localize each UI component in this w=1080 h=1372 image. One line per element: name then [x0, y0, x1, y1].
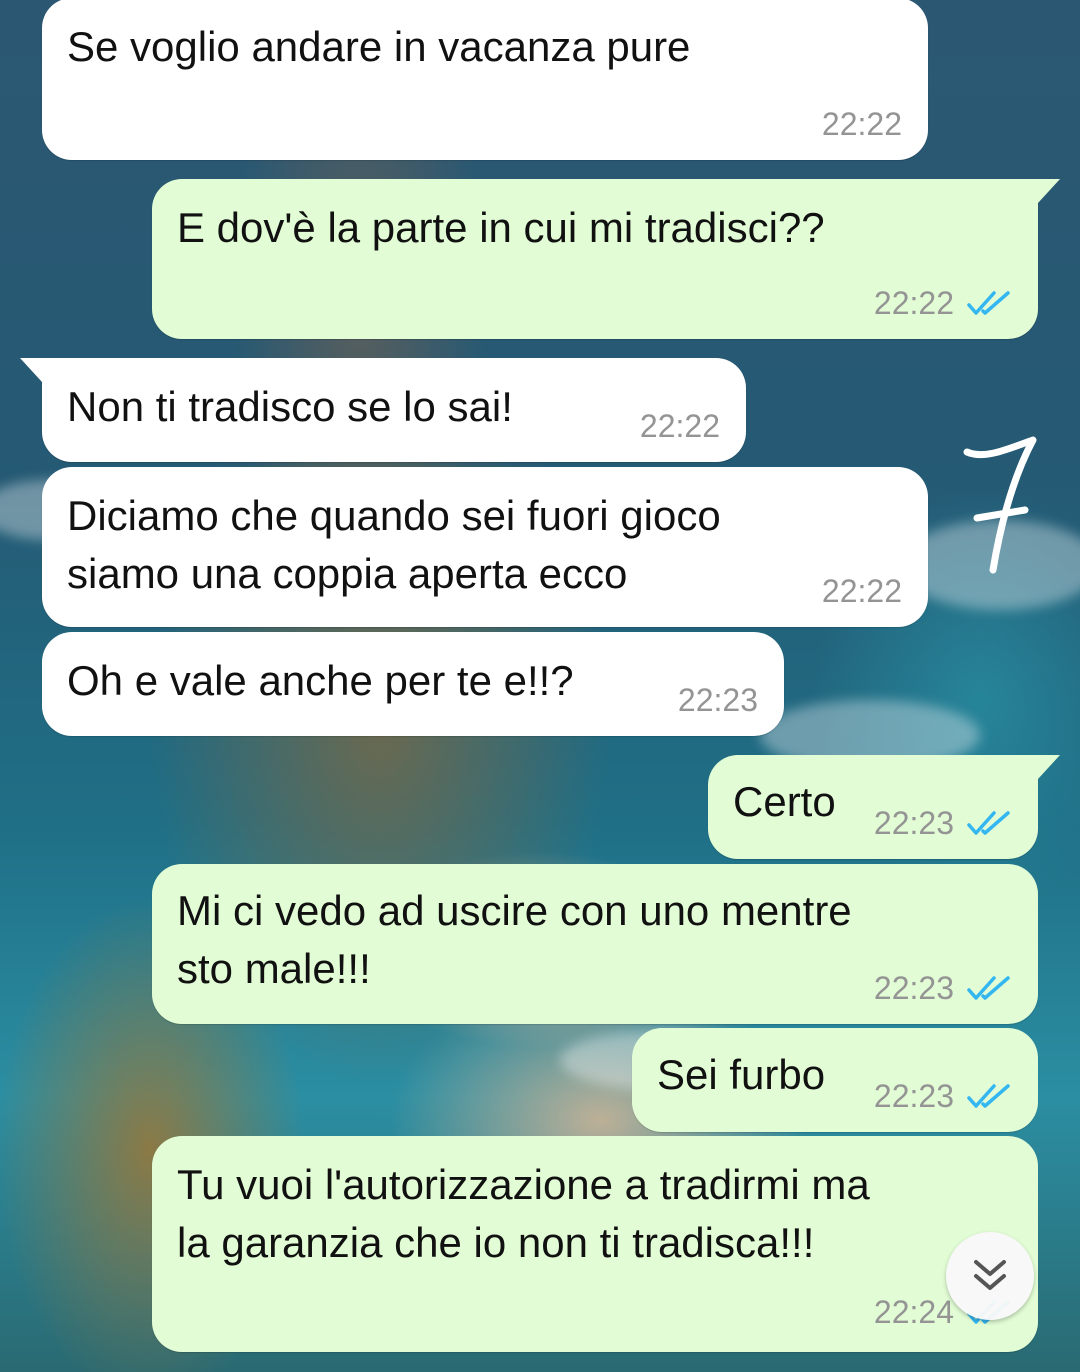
message-time: 22:23: [873, 1078, 954, 1114]
double-check-icon: [967, 1084, 1010, 1108]
message-bubble[interactable]: Tu vuoi l'autorizzazione a tradirmi ma l…: [152, 1136, 1038, 1352]
double-check-icon: [967, 811, 1010, 835]
message-time: 22:22: [873, 285, 954, 321]
double-check-icon: [967, 291, 1010, 315]
message-time: 22:22: [639, 408, 720, 444]
message-bubble[interactable]: Diciamo che quando sei fuori gioco siamo…: [42, 467, 928, 627]
scroll-to-bottom-button[interactable]: [946, 1232, 1034, 1320]
message-meta: 22:23: [874, 970, 1012, 1006]
message-time: 22:23: [873, 805, 954, 841]
message-bubble[interactable]: Non ti tradisco se lo sai! 22:22: [20, 358, 746, 462]
message-text: E dov'è la parte in cui mi tradisci??: [177, 204, 825, 251]
message-meta: 22:23: [874, 805, 1012, 841]
message-bubble[interactable]: Oh e vale anche per te e!!? 22:23: [42, 632, 784, 736]
message-bubble[interactable]: Sei furbo 22:23: [632, 1028, 1038, 1132]
message-meta: 22:23: [678, 682, 758, 718]
message-bubble[interactable]: Mi ci vedo ad uscire con uno mentre sto …: [152, 864, 1038, 1024]
message-text: Mi ci vedo ad uscire con uno mentre sto …: [177, 887, 852, 992]
message-time: 22:22: [821, 106, 902, 142]
message-text: Diciamo che quando sei fuori gioco siamo…: [67, 492, 721, 597]
message-text: Sei furbo: [657, 1051, 826, 1098]
message-time: 22:23: [677, 682, 758, 718]
message-bubble[interactable]: Certo 22:23: [708, 755, 1060, 859]
message-meta: 22:22: [874, 285, 1012, 321]
seven-doodle-icon: [963, 436, 1037, 574]
message-bubble[interactable]: E dov'è la parte in cui mi tradisci?? 22…: [152, 179, 1060, 339]
message-text: Se voglio andare in vacanza pure: [67, 23, 691, 70]
chevron-double-down-icon: [974, 1260, 1006, 1290]
message-meta: 22:22: [640, 408, 720, 444]
message-meta: 22:22: [822, 573, 902, 609]
double-check-icon: [967, 976, 1010, 1000]
message-text: Certo: [733, 778, 836, 825]
message-bubble[interactable]: Se voglio andare in vacanza pure 22:22: [42, 0, 928, 160]
message-time: 22:24: [873, 1294, 954, 1330]
message-text: Tu vuoi l'autorizzazione a tradirmi ma l…: [177, 1161, 870, 1266]
message-meta: 22:23: [874, 1078, 1012, 1114]
message-text: Oh e vale anche per te e!!?: [67, 657, 574, 704]
message-time: 22:23: [873, 970, 954, 1006]
message-time: 22:22: [821, 573, 902, 609]
message-text: Non ti tradisco se lo sai!: [67, 383, 513, 430]
message-meta: 22:22: [822, 106, 902, 142]
